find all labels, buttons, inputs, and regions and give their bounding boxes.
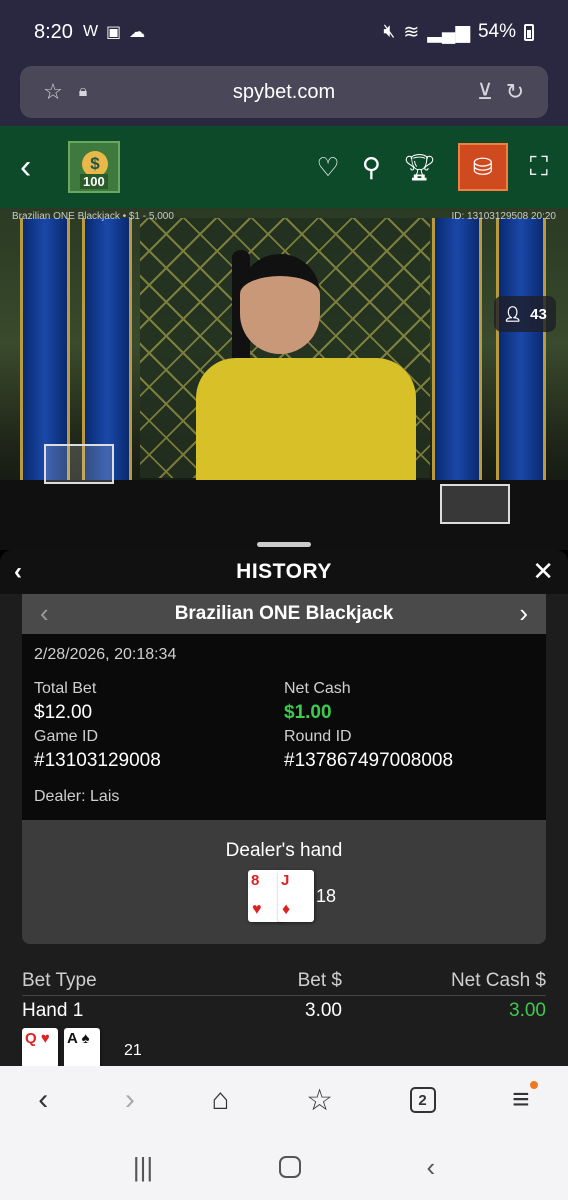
system-nav-bar: ||| ‹ [0, 1134, 568, 1200]
coins-icon: ⛁ [472, 153, 493, 181]
table-id: ID: 13103129508 20:20 [451, 211, 556, 222]
net-cash-value: $1.00 [284, 702, 332, 723]
round-id-value: #137867497008008 [284, 750, 454, 771]
total-bet-value: $12.00 [34, 702, 93, 723]
signal-icon: ▂▄▆ [427, 21, 470, 43]
url-text[interactable]: spybet.com [98, 81, 470, 104]
notification-dot [529, 1081, 538, 1089]
history-title: HISTORY [236, 560, 332, 583]
round-details: 2/28/2026, 20:18:34 Total Bet $12.00 Net… [22, 634, 546, 820]
live-video[interactable]: Brazilian ONE Blackjack • $1 - 5,000 ID:… [0, 208, 568, 550]
site-logo[interactable]: $ 100 [68, 141, 120, 193]
bet-net-cash: 3.00 [509, 1000, 546, 1021]
playing-card: A ♠ [64, 1028, 100, 1066]
game-id-label: Game ID [34, 728, 99, 745]
star-icon[interactable]: ☆ [38, 77, 68, 107]
close-icon[interactable]: ✕ [532, 556, 554, 587]
browser-bottom-bar: ‹ › ⌂ ☆ 2 ≡ [0, 1066, 568, 1134]
back-icon[interactable]: ‹ [20, 148, 64, 187]
total-bet-label: Total Bet [34, 680, 97, 697]
home-icon[interactable]: ⌂ [211, 1083, 229, 1117]
casino-header: ‹ $ 100 ♡ ⚲ 🏆︎ ⛁ ⛶ [0, 126, 568, 208]
battery-percent: 54% [477, 21, 516, 42]
game-name: Brazilian ONE Blackjack [174, 603, 394, 624]
next-game-icon[interactable]: › [519, 598, 528, 629]
game-id-value: #13103129008 [34, 750, 161, 771]
fullscreen-icon[interactable]: ⛶ [530, 151, 548, 183]
dealer-hand-label: Dealer's hand [225, 840, 343, 861]
dealer-image [240, 254, 320, 354]
dealer-name: Dealer: Lais [34, 788, 120, 805]
wifi-icon: ≋ [403, 21, 420, 43]
cashier-button[interactable]: ⛁ [457, 143, 508, 191]
bet-amount: 3.00 [305, 1000, 342, 1021]
playing-card: Q ♥ [22, 1028, 58, 1066]
battery-icon [524, 23, 534, 41]
search-icon[interactable]: ⚲ [362, 152, 381, 183]
home-button[interactable] [278, 1156, 301, 1178]
game-navigator: ‹ Brazilian ONE Blackjack › [22, 594, 546, 634]
browser-toolbar: ☆ 🔒︎ spybet.com ⊻ ↻ [0, 64, 568, 126]
browser-back-icon[interactable]: ‹ [38, 1083, 48, 1117]
prev-game-icon[interactable]: ‹ [40, 598, 49, 629]
w-app-icon: W [82, 23, 99, 40]
system-back-icon[interactable]: ‹ [426, 1152, 435, 1183]
col-bet-type: Bet Type [22, 970, 97, 991]
bet-type: Hand 1 [22, 1000, 84, 1021]
address-bar[interactable]: ☆ 🔒︎ spybet.com ⊻ ↻ [20, 66, 548, 118]
recents-icon[interactable]: ||| [133, 1152, 153, 1183]
heart-icon[interactable]: ♡ [316, 152, 339, 183]
download-icon[interactable]: ⊻ [470, 77, 500, 107]
status-bar: 8:20 W ▣ ☁ 🔇︎ ≋ ▂▄▆ 54% [0, 0, 568, 64]
reload-icon[interactable]: ↻ [500, 77, 530, 107]
playing-card: J ♦ [278, 870, 314, 922]
browser-forward-icon[interactable]: › [125, 1083, 135, 1117]
history-back-icon[interactable]: ‹ [14, 558, 22, 586]
trophy-icon[interactable]: 🏆︎ [403, 152, 436, 183]
cloud-icon: ☁ [129, 24, 146, 41]
image-icon: ▣ [106, 24, 122, 41]
mute-icon: 🔇︎ [383, 21, 396, 42]
card-shoe-right [440, 484, 510, 524]
viewer-count: 👤︎ 43 [494, 296, 556, 332]
col-bet-amount: Bet $ [297, 970, 342, 991]
status-time: 8:20 [34, 20, 73, 43]
round-date: 2/28/2026, 20:18:34 [34, 646, 177, 663]
bookmarks-icon[interactable]: ☆ [306, 1083, 333, 1118]
col-net-cash: Net Cash $ [450, 970, 546, 991]
drag-handle[interactable] [257, 542, 311, 547]
dealer-score: 18 [316, 886, 337, 906]
dealer-hand: Dealer's hand 8 ♥ J ♦ 18 [22, 820, 546, 944]
history-panel: ‹ Brazilian ONE Blackjack › 2/28/2026, 2… [0, 594, 568, 1066]
round-id-label: Round ID [284, 728, 352, 745]
net-cash-label: Net Cash [284, 680, 351, 697]
card-shoe [44, 444, 114, 484]
history-header: ‹ HISTORY ✕ [0, 542, 568, 594]
logo-amount: 100 [80, 174, 108, 189]
table-info: Brazilian ONE Blackjack • $1 - 5,000 [12, 211, 174, 222]
menu-icon[interactable]: ≡ [512, 1081, 538, 1117]
player-score: 21 [124, 1042, 142, 1059]
table-row: Hand 1 3.00 3.00 [22, 1000, 546, 1022]
lock-icon: 🔒︎ [78, 83, 88, 100]
user-icon: 👤︎ [503, 306, 523, 323]
player-cards: Q ♥ A ♠ [22, 1028, 100, 1066]
tabs-button[interactable]: 2 [409, 1087, 436, 1113]
bets-table-header: Bet Type Bet $ Net Cash $ [22, 970, 546, 996]
